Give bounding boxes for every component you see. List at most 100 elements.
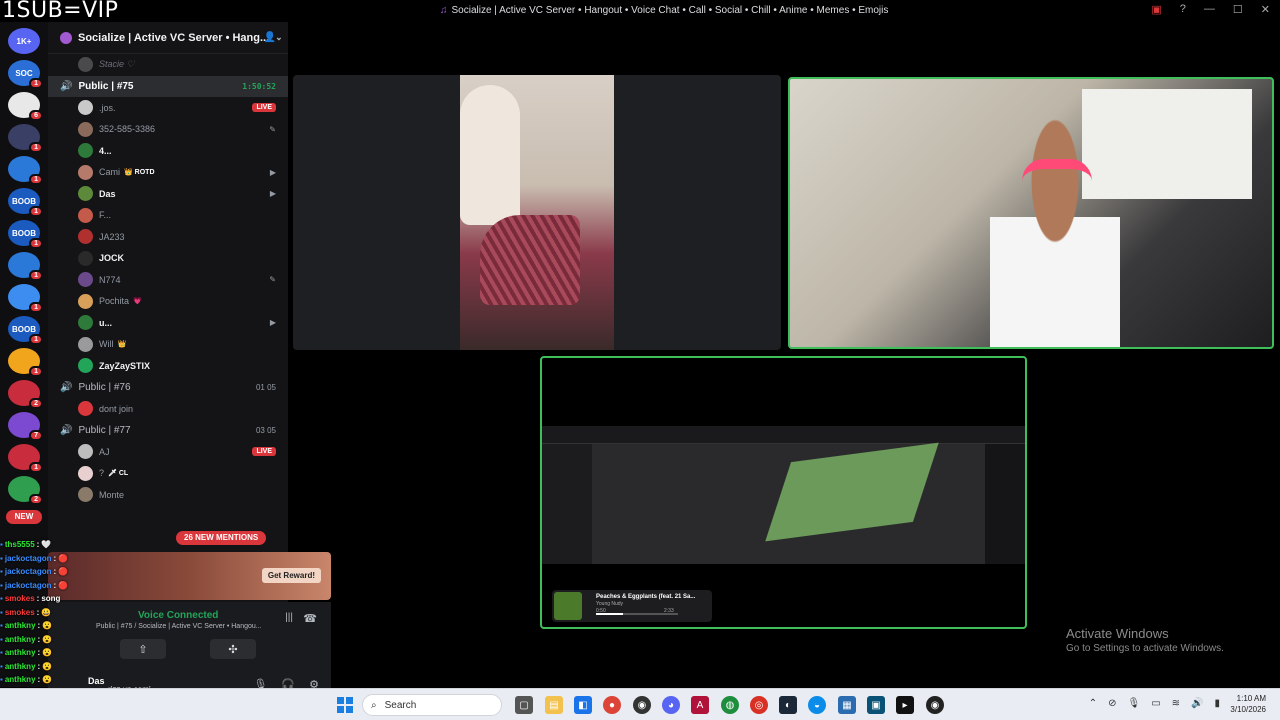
avatar: [78, 444, 93, 460]
maximize-button[interactable]: ☐: [1233, 3, 1243, 16]
signal-icon[interactable]: |||: [285, 612, 293, 623]
video-tile-2[interactable]: [788, 77, 1274, 349]
discord-icon[interactable]: ◕: [662, 696, 680, 714]
avatar: [78, 358, 93, 374]
avatar: [78, 465, 93, 481]
server-icon[interactable]: 1K+: [8, 28, 40, 54]
wifi-icon[interactable]: ≋: [1172, 698, 1180, 709]
avatar: [78, 272, 93, 288]
steam-icon[interactable]: ◉: [633, 696, 651, 714]
inbox-icon[interactable]: ▣: [1151, 3, 1161, 16]
taskbar-search[interactable]: ⌕ Search: [362, 694, 502, 716]
voice-member[interactable]: F...: [48, 205, 288, 227]
member-status-icon: ▶: [269, 189, 276, 199]
close-button[interactable]: ✕: [1261, 3, 1270, 16]
voice-member[interactable]: dont join: [48, 398, 288, 420]
member-name: Will: [99, 339, 114, 350]
voice-channel-item[interactable]: 🔊 Public | #75 1:50:52: [48, 75, 288, 97]
mic-tray-icon[interactable]: 🎙: [1127, 698, 1140, 709]
video-feed: [460, 75, 614, 350]
steam-alt-icon[interactable]: ◐: [779, 696, 797, 714]
chrome-icon[interactable]: ●: [603, 696, 621, 714]
screen-share-button[interactable]: ⇧: [120, 639, 166, 659]
display-icon[interactable]: ▭: [1151, 698, 1160, 709]
minimize-button[interactable]: —: [1204, 3, 1215, 16]
activities-button[interactable]: ✣: [210, 639, 256, 659]
edge-icon[interactable]: ◒: [808, 696, 826, 714]
voice-member[interactable]: 4...: [48, 140, 288, 162]
video-tile-1[interactable]: [293, 75, 781, 350]
voice-member[interactable]: JA233: [48, 226, 288, 248]
watermark-subtitle: Go to Settings to activate Windows.: [1066, 643, 1224, 654]
server-icon[interactable]: 2: [8, 476, 43, 505]
clock[interactable]: 1:10 AM 3/10/2026: [1230, 693, 1266, 715]
network-icon[interactable]: ⊘: [1108, 698, 1116, 709]
photos-icon[interactable]: ▦: [838, 696, 856, 714]
voice-member[interactable]: Will 👑: [48, 334, 288, 356]
volume-icon[interactable]: 🔊: [1191, 698, 1203, 709]
voice-member[interactable]: JOCK: [48, 248, 288, 270]
chevron-up-icon[interactable]: ⌃: [1089, 698, 1097, 709]
server-label: BOOB: [12, 228, 36, 238]
server-icon[interactable]: 1: [8, 156, 43, 185]
server-icon[interactable]: BOOB 1: [8, 316, 43, 345]
screen-share-tile[interactable]: Peaches & Eggplants (feat. 21 Sa... Youn…: [540, 356, 1027, 629]
voice-status[interactable]: Voice Connected: [138, 610, 218, 621]
voice-member[interactable]: 352-585-3386 ✎: [48, 119, 288, 141]
chevron-down-icon[interactable]: ⌄: [275, 32, 283, 43]
get-reward-button[interactable]: Get Reward!: [261, 568, 321, 583]
new-unreads-pill[interactable]: NEW: [6, 510, 42, 524]
server-icon[interactable]: 1: [8, 284, 43, 313]
file-explorer-icon[interactable]: ▤: [545, 696, 563, 714]
voice-member[interactable]: Cami 👑 ROTD ▶: [48, 162, 288, 184]
member-status-icon: ✎: [269, 124, 276, 134]
member-name: Monte: [99, 489, 125, 500]
voice-member[interactable]: Das ▶: [48, 183, 288, 205]
member-name: ZayZaySTIX: [99, 360, 151, 371]
server-icon[interactable]: 7: [8, 412, 43, 441]
battery-icon[interactable]: ▮: [1214, 698, 1220, 709]
server-rail: 1K+ SOC 1 6 1 1 BOOB 1 BOOB 1 1 1 BOOB 1 1 2 7 1 2 NEW: [0, 22, 48, 687]
app-a-icon[interactable]: A: [691, 696, 709, 714]
voice-member[interactable]: Monte: [48, 484, 288, 506]
start-button[interactable]: [337, 697, 353, 713]
terminal-icon[interactable]: ▸: [896, 696, 914, 714]
disconnect-icon[interactable]: ☎: [303, 612, 317, 625]
server-icon[interactable]: 6: [8, 92, 43, 121]
store-icon[interactable]: ◧: [574, 696, 592, 714]
self-username[interactable]: Das: [88, 676, 105, 686]
speaker-icon: 🔊: [60, 424, 73, 436]
server-icon[interactable]: 1: [8, 124, 43, 153]
taskview-icon[interactable]: ▢: [515, 696, 533, 714]
server-icon[interactable]: BOOB 1: [8, 220, 43, 249]
voice-member[interactable]: AJ LIVE: [48, 441, 288, 463]
server-header[interactable]: Socialize | Active VC Server • Hang... ⌄…: [48, 22, 288, 54]
server-icon[interactable]: BOOB 1: [8, 188, 43, 217]
voice-channel-count: 03 05: [255, 425, 276, 435]
clock-time: 1:10 AM: [1236, 694, 1266, 703]
recorder-icon[interactable]: ◎: [750, 696, 768, 714]
voice-channel-item[interactable]: 🔊 Public | #77 03 05: [48, 420, 288, 442]
voice-member[interactable]: N774 ✎: [48, 269, 288, 291]
server-icon[interactable]: 1: [8, 444, 43, 473]
avatar: [78, 143, 93, 159]
voice-member[interactable]: .jos. LIVE: [48, 97, 288, 119]
add-member-icon[interactable]: 👤: [264, 32, 276, 43]
server-icon[interactable]: SOC 1: [8, 60, 43, 89]
browser-icon[interactable]: ◍: [721, 696, 739, 714]
voice-channel-item[interactable]: 🔊 Public | #76 01 05: [48, 377, 288, 399]
server-icon[interactable]: 2: [8, 380, 43, 409]
help-icon[interactable]: ?: [1180, 3, 1186, 16]
voice-member[interactable]: u... ▶: [48, 312, 288, 334]
voice-channel[interactable]: Public | #75 / Socialize | Active VC Ser…: [96, 623, 262, 630]
obs-icon[interactable]: ◉: [926, 696, 944, 714]
unread-badge: 1: [29, 142, 43, 153]
server-icon[interactable]: 1: [8, 252, 43, 281]
voice-member[interactable]: Pochita 💗: [48, 291, 288, 313]
capture-icon[interactable]: ▣: [867, 696, 885, 714]
new-mentions-pill[interactable]: 26 NEW MENTIONS: [176, 531, 267, 545]
voice-member[interactable]: ZayZaySTIX: [48, 355, 288, 377]
voice-member[interactable]: ? 🗡 CL: [48, 463, 288, 485]
voice-member[interactable]: Stacie ♡: [48, 54, 288, 76]
server-icon[interactable]: 1: [8, 348, 43, 377]
